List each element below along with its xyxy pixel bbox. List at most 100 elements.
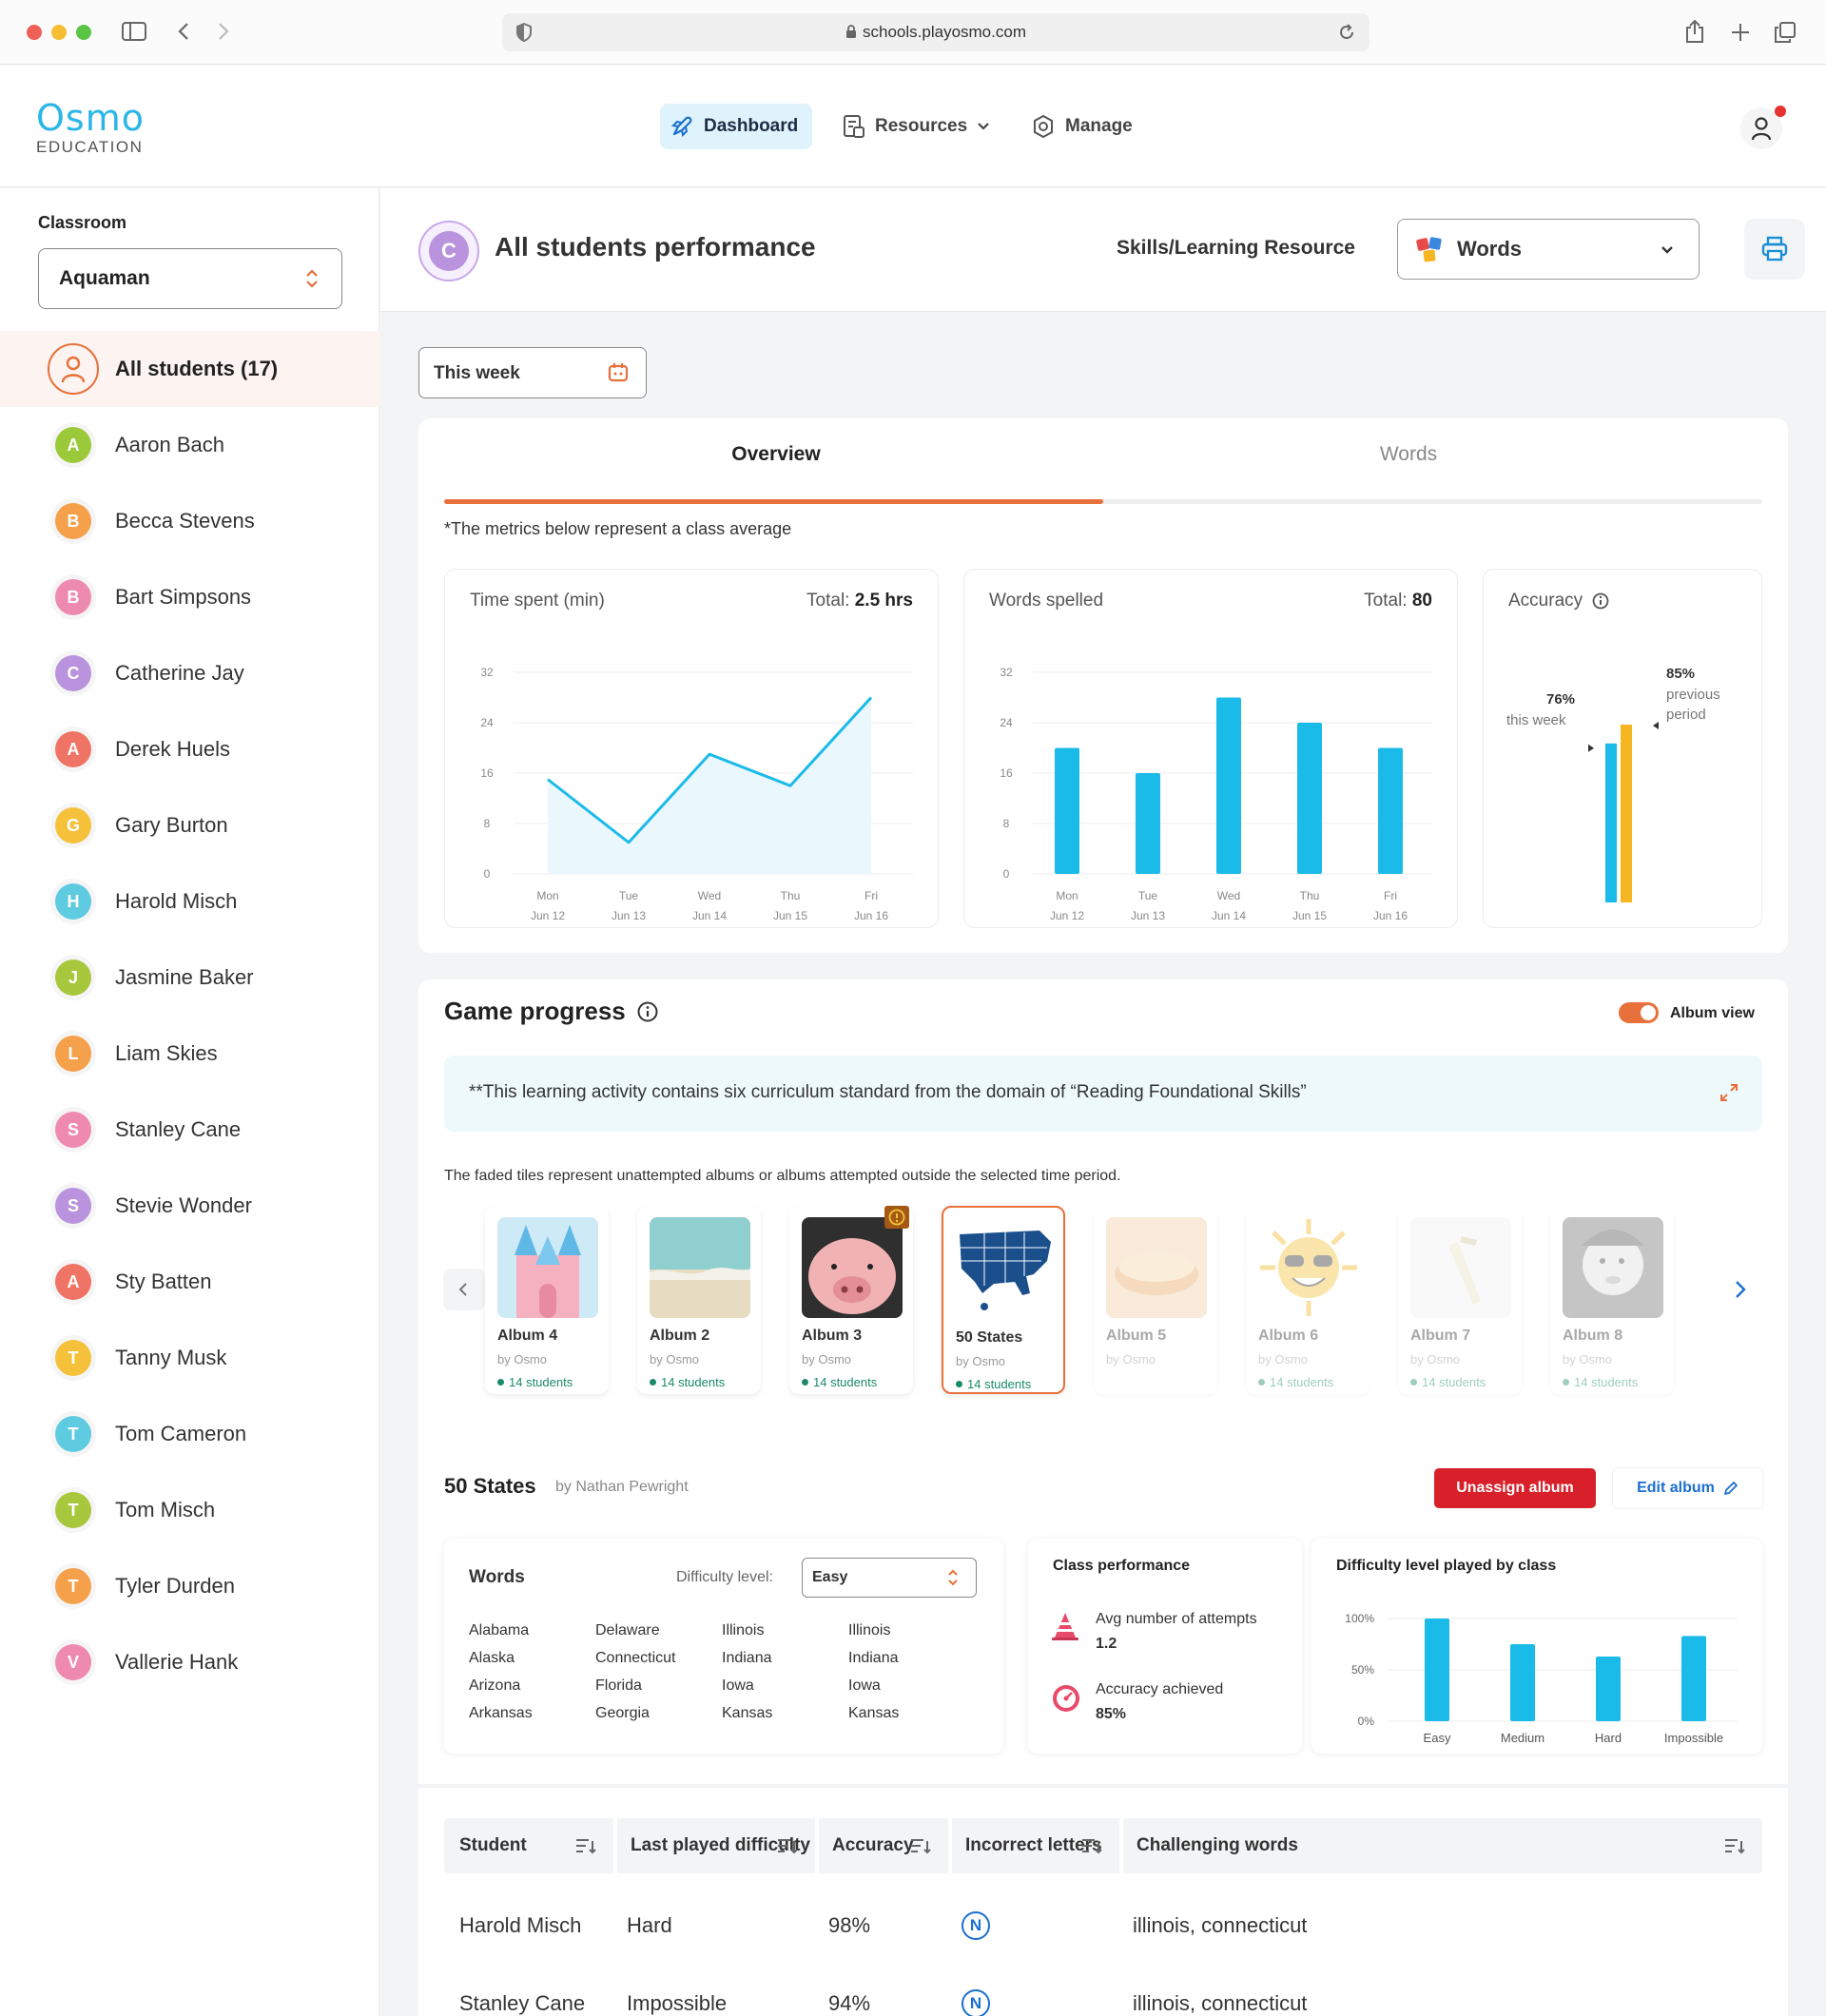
album-tile[interactable]: Album 6 by Osmo 14 students [1246, 1206, 1370, 1394]
bar [1297, 723, 1322, 874]
close-window-button[interactable] [27, 25, 42, 40]
gear-icon [1031, 114, 1056, 139]
time-spent-card: Time spent (min) Total: 2.5 hrs 0 8 16 24 32… [444, 569, 939, 928]
album-name: Album 5 [1106, 1328, 1167, 1344]
sort-arrows-icon [305, 268, 319, 289]
nav-manage[interactable]: Manage [1021, 104, 1142, 149]
new-tab-icon[interactable] [1731, 23, 1750, 42]
albums-prev-button[interactable] [443, 1269, 485, 1310]
album-tile[interactable]: Album 4 by Osmo 14 students [485, 1206, 609, 1394]
address-bar[interactable]: schools.playosmo.com [502, 13, 1370, 51]
nav-manage-label: Manage [1065, 116, 1133, 136]
edit-album-button[interactable]: Edit album [1613, 1468, 1763, 1508]
album-students-label: 14 students [661, 1375, 726, 1389]
student-name: Stanley Cane [115, 1117, 242, 1141]
info-icon[interactable] [637, 1001, 658, 1022]
sidebar-item-student[interactable]: S Stevie Wonder [0, 1168, 379, 1244]
print-button[interactable] [1744, 219, 1805, 280]
classroom-select[interactable]: Aquaman [38, 248, 342, 309]
maximize-window-button[interactable] [76, 25, 91, 40]
sidebar-item-student[interactable]: T Tyler Durden [0, 1548, 379, 1624]
album-tile[interactable]: Album 3 by Osmo 14 students [789, 1206, 913, 1394]
nav-dashboard[interactable]: Dashboard [660, 104, 812, 149]
table-header-cell[interactable]: Accuracy [815, 1818, 948, 1873]
table-row[interactable]: Stanley Cane Impossible 94% Nillinois, conn… [444, 1972, 1762, 2016]
album-cover-image [650, 1217, 750, 1318]
tab-overview-icon[interactable] [1775, 22, 1796, 43]
sidebar-item-student[interactable]: J Jasmine Baker [0, 940, 379, 1016]
albums-next-button[interactable] [1735, 1280, 1746, 1299]
sort-icon[interactable] [1081, 1837, 1102, 1854]
album-tile[interactable]: 50 States by Osmo 14 students [942, 1206, 1065, 1394]
banner-text: **This learning activity contains six cu… [469, 1082, 1307, 1102]
cell-challenging-words: illinois, connecticut [1133, 1991, 1308, 2015]
accuracy-prev-label-2: period [1666, 707, 1706, 723]
album-student-count: 14 students [1258, 1375, 1333, 1389]
album-tile[interactable]: Album 5 by Osmo [1094, 1206, 1217, 1394]
avg-attempts-value: 1.2 [1096, 1636, 1117, 1652]
sidebar-item-student[interactable]: C Catherine Jay [0, 635, 379, 711]
album-word: Kansas [848, 1705, 900, 1721]
all-students-label: All students (17) [115, 357, 279, 380]
resource-select[interactable]: Words [1397, 219, 1700, 280]
tab-words[interactable]: Words [1078, 443, 1739, 466]
album-view-toggle[interactable] [1619, 1002, 1659, 1023]
sidebar-item-student[interactable]: G Gary Burton [0, 787, 379, 863]
x-tick-date: Jun 16 [854, 909, 888, 922]
table-header-cell[interactable]: Last played difficulty [613, 1818, 815, 1873]
table-header-cell[interactable]: Student [444, 1818, 613, 1873]
cell-difficulty: Impossible [627, 1991, 728, 2015]
period-select[interactable]: This week [418, 347, 647, 398]
student-name: Liam Skies [115, 1041, 218, 1065]
line-area [548, 697, 871, 874]
sort-icon[interactable] [575, 1837, 596, 1854]
album-student-count: 14 students [956, 1377, 1031, 1391]
expand-icon[interactable] [1719, 1082, 1739, 1103]
sidebar-item-student[interactable]: A Sty Batten [0, 1244, 379, 1320]
column-header-label: Student [459, 1835, 527, 1855]
x-tick-label: Thu [1300, 889, 1320, 902]
toggle-knob [1641, 1005, 1656, 1020]
forward-icon[interactable] [217, 21, 230, 42]
sidebar-toggle-icon[interactable] [122, 21, 146, 42]
sidebar-item-student[interactable]: A Aaron Bach [0, 407, 379, 483]
sidebar-item-student[interactable]: A Derek Huels [0, 711, 379, 787]
album-author: by Osmo [1563, 1352, 1613, 1367]
status-dot [650, 1379, 656, 1386]
y-tick-label: 24 [480, 716, 494, 729]
unassign-album-button[interactable]: Unassign album [1434, 1468, 1596, 1508]
sidebar-item-student[interactable]: V Vallerie Hank [0, 1624, 379, 1700]
album-word: Illinois [722, 1622, 765, 1638]
difficulty-select[interactable]: Easy [802, 1558, 977, 1598]
sort-icon[interactable] [910, 1837, 931, 1854]
sidebar-item-student[interactable]: T Tom Cameron [0, 1396, 379, 1472]
notification-dot [1775, 106, 1786, 117]
album-tile[interactable]: Album 8 by Osmo 14 students [1550, 1206, 1674, 1394]
sort-icon[interactable] [1724, 1837, 1745, 1854]
sidebar-item-student[interactable]: T Tanny Musk [0, 1320, 379, 1396]
sidebar-item-student[interactable]: B Becca Stevens [0, 483, 379, 559]
album-detail-title: 50 States [444, 1474, 536, 1498]
album-tile[interactable]: Album 7 by Osmo 14 students [1398, 1206, 1522, 1394]
sidebar-item-student[interactable]: H Harold Misch [0, 863, 379, 940]
sidebar-item-all-students[interactable]: All students (17) [0, 331, 379, 407]
nav-resources[interactable]: Resources [833, 104, 1000, 149]
share-icon[interactable] [1685, 19, 1704, 44]
table-header-cell[interactable]: Challenging words [1119, 1818, 1762, 1873]
sidebar-item-student[interactable]: B Bart Simpsons [0, 559, 379, 635]
sort-icon[interactable] [777, 1837, 798, 1854]
table-header-cell[interactable]: Incorrect letters [948, 1818, 1119, 1873]
osmo-logo[interactable]: Osmo EDUCATION [36, 100, 145, 157]
profile-button[interactable] [1740, 106, 1786, 149]
nav-resources-label: Resources [875, 116, 968, 136]
sidebar-item-student[interactable]: L Liam Skies [0, 1016, 379, 1092]
sidebar-item-student[interactable]: T Tom Misch [0, 1472, 379, 1548]
album-tile[interactable]: Album 2 by Osmo 14 students [637, 1206, 761, 1394]
back-icon[interactable] [177, 21, 190, 42]
tab-overview[interactable]: Overview [418, 443, 1134, 466]
table-row[interactable]: Harold Misch Hard 98% Nillinois, connecticu… [444, 1894, 1762, 1961]
sidebar-item-student[interactable]: S Stanley Cane [0, 1092, 379, 1168]
minimize-window-button[interactable] [51, 25, 67, 40]
reload-icon[interactable] [1337, 23, 1356, 42]
x-tick-label: Fri [864, 889, 878, 902]
